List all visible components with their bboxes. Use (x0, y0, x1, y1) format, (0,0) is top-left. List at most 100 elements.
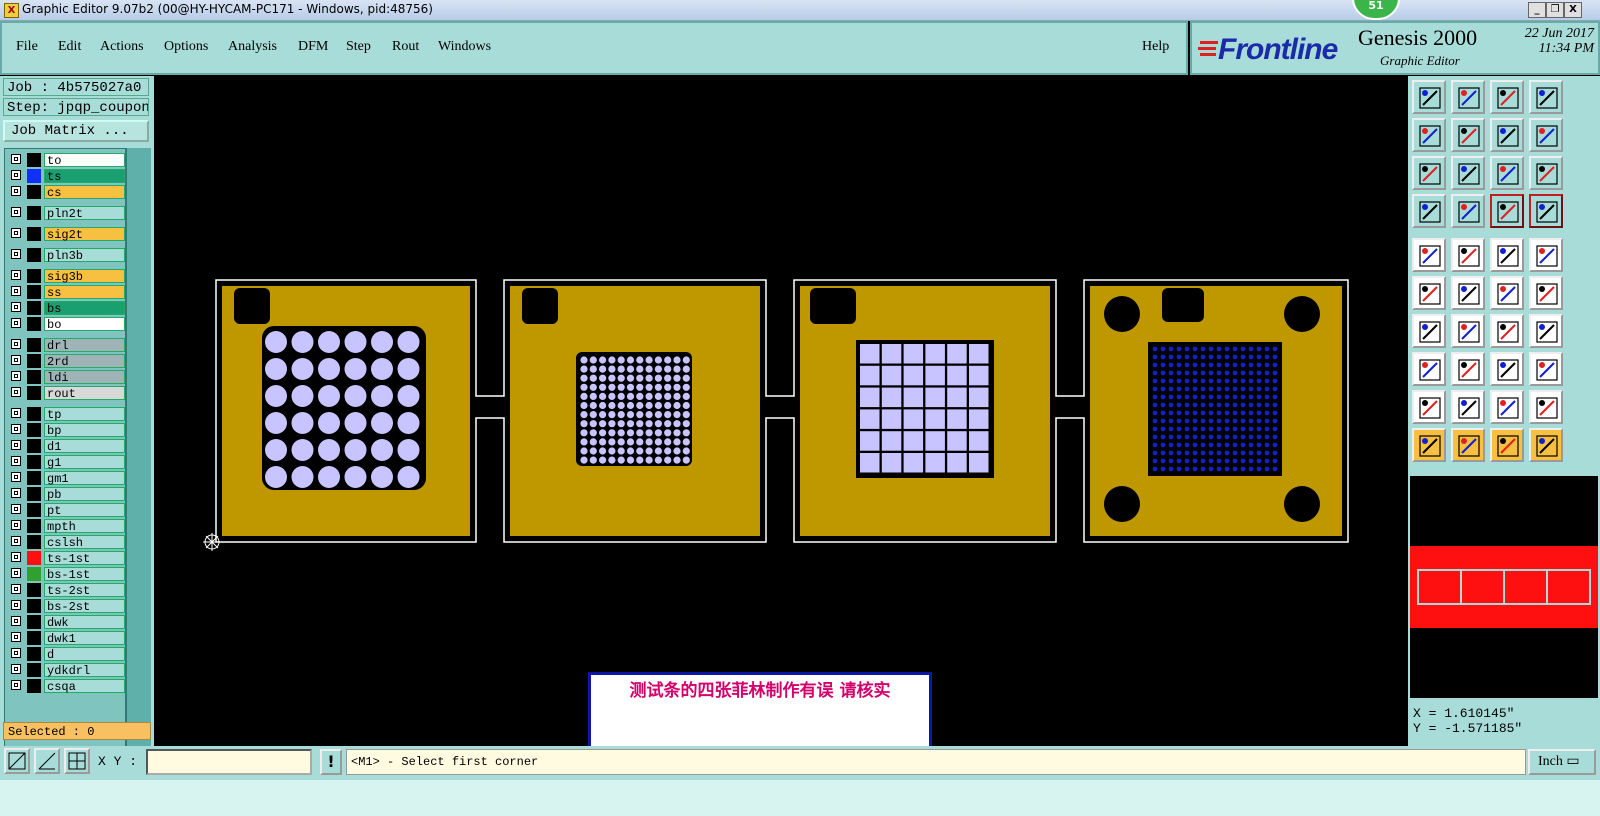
layer-color-swatch[interactable] (27, 599, 41, 613)
layer-color-swatch[interactable] (27, 583, 41, 597)
layer-color-swatch[interactable] (27, 317, 41, 331)
layer-row-ts-1st[interactable]: ts-1st (9, 551, 125, 566)
layer-name[interactable]: d (44, 647, 125, 662)
layer-checkbox[interactable] (11, 664, 21, 674)
layer-checkbox[interactable] (11, 286, 21, 296)
dimension-icon[interactable] (1490, 352, 1524, 386)
layer-row-gm1[interactable]: gm1 (9, 471, 125, 486)
menu-edit[interactable]: Edit (58, 39, 81, 55)
connect-icon[interactable] (1412, 276, 1446, 310)
layer-row-dwk1[interactable]: dwk1 (9, 631, 125, 646)
snap-icon[interactable] (1529, 118, 1563, 152)
layer-row-ts[interactable]: ts (9, 169, 125, 184)
layer-checkbox[interactable] (11, 552, 21, 562)
layer-row-ts-2st[interactable]: ts-2st (9, 583, 125, 598)
arc-blue-icon[interactable] (1490, 390, 1524, 424)
layer-checkbox[interactable] (11, 488, 21, 498)
layer-row-pln3b[interactable]: pln3b (9, 248, 125, 263)
layer-row-bs-1st[interactable]: bs-1st (9, 567, 125, 582)
layer-color-swatch[interactable] (27, 338, 41, 352)
layer-color-swatch[interactable] (27, 487, 41, 501)
layer-checkbox[interactable] (11, 186, 21, 196)
line-red-icon[interactable] (1451, 352, 1485, 386)
layer-row-ss[interactable]: ss (9, 285, 125, 300)
layer-color-swatch[interactable] (27, 169, 41, 183)
overview-minimap[interactable] (1410, 476, 1598, 698)
layer-color-swatch[interactable] (27, 439, 41, 453)
layer-row-ydkdrl[interactable]: ydkdrl (9, 663, 125, 678)
layer-checkbox[interactable] (11, 536, 21, 546)
alert-icon[interactable]: ! (320, 749, 342, 775)
zoom-box-icon[interactable] (4, 748, 30, 774)
select-pointer-box-icon[interactable] (1451, 428, 1485, 462)
layer-checkbox[interactable] (11, 520, 21, 530)
layer-name[interactable]: pt (44, 503, 125, 518)
grid-snap-icon[interactable] (64, 748, 90, 774)
layer-row-d[interactable]: d (9, 647, 125, 662)
measure-icon[interactable] (1412, 194, 1446, 228)
layer-name[interactable]: sig2t (44, 227, 125, 242)
layer-name[interactable]: sig3b (44, 269, 125, 284)
layer-checkbox[interactable] (11, 600, 21, 610)
layer-checkbox[interactable] (11, 680, 21, 690)
layer-color-swatch[interactable] (27, 663, 41, 677)
layer-name[interactable]: bp (44, 423, 125, 438)
layer-color-swatch[interactable] (27, 285, 41, 299)
angle-tool-icon[interactable] (34, 748, 60, 774)
layer-checkbox[interactable] (11, 339, 21, 349)
layer-row-csqa[interactable]: csqa (9, 679, 125, 694)
menu-analysis[interactable]: Analysis (228, 39, 277, 55)
layer-checkbox[interactable] (11, 616, 21, 626)
minimize-button[interactable]: _ (1528, 2, 1546, 18)
layer-name[interactable]: 2rd (44, 354, 125, 369)
layer-checkbox[interactable] (11, 472, 21, 482)
cross-icon[interactable] (1451, 276, 1485, 310)
layer-checkbox[interactable] (11, 355, 21, 365)
layer-color-swatch[interactable] (27, 269, 41, 283)
layer-checkbox[interactable] (11, 568, 21, 578)
layer-checkbox[interactable] (11, 408, 21, 418)
arc-red-icon[interactable] (1412, 390, 1446, 424)
layer-color-swatch[interactable] (27, 153, 41, 167)
layer-color-swatch[interactable] (27, 535, 41, 549)
select-pointer-route-icon[interactable] (1529, 428, 1563, 462)
layer-checkbox[interactable] (11, 228, 21, 238)
units-dropdown[interactable]: Inch ▭ (1528, 749, 1596, 775)
layer-name[interactable]: drl (44, 338, 125, 353)
layer-color-swatch[interactable] (27, 407, 41, 421)
layer-row-g1[interactable]: g1 (9, 455, 125, 470)
layer-checkbox[interactable] (11, 584, 21, 594)
layer-row-tp[interactable]: tp (9, 407, 125, 422)
layer-checkbox[interactable] (11, 207, 21, 217)
layer-checkbox[interactable] (11, 270, 21, 280)
layer-row-pb[interactable]: pb (9, 487, 125, 502)
fit-vertical-icon[interactable] (1412, 156, 1446, 190)
layer-color-swatch[interactable] (27, 386, 41, 400)
layer-name[interactable]: dwk (44, 615, 125, 630)
layer-color-swatch[interactable] (27, 370, 41, 384)
layer-name[interactable]: ydkdrl (44, 663, 125, 678)
layer-checkbox[interactable] (11, 648, 21, 658)
minimap-drawing[interactable] (1410, 476, 1598, 698)
pad-select-icon[interactable] (1412, 238, 1446, 272)
layer-checkbox[interactable] (11, 456, 21, 466)
help-query-icon[interactable] (1529, 156, 1563, 190)
layer-name[interactable]: d1 (44, 439, 125, 454)
layer-color-swatch[interactable] (27, 248, 41, 262)
layer-checkbox[interactable] (11, 504, 21, 514)
layer-color-swatch[interactable] (27, 519, 41, 533)
layer-checkbox[interactable] (11, 424, 21, 434)
layer-row-rout[interactable]: rout (9, 386, 125, 401)
layer-name[interactable]: bs (44, 301, 125, 316)
layer-color-swatch[interactable] (27, 185, 41, 199)
layer-name[interactable]: pb (44, 487, 125, 502)
layer-checkbox[interactable] (11, 302, 21, 312)
layer-row-cs[interactable]: cs (9, 185, 125, 200)
angle-icon[interactable] (1412, 314, 1446, 348)
layer-name[interactable]: rout (44, 386, 125, 401)
menu-dfm[interactable]: DFM (298, 39, 328, 55)
menu-help[interactable]: Help (1142, 39, 1169, 55)
layer-name[interactable]: cs (44, 185, 125, 200)
layer-list-scrollbar[interactable] (126, 148, 151, 768)
layer-row-bp[interactable]: bp (9, 423, 125, 438)
